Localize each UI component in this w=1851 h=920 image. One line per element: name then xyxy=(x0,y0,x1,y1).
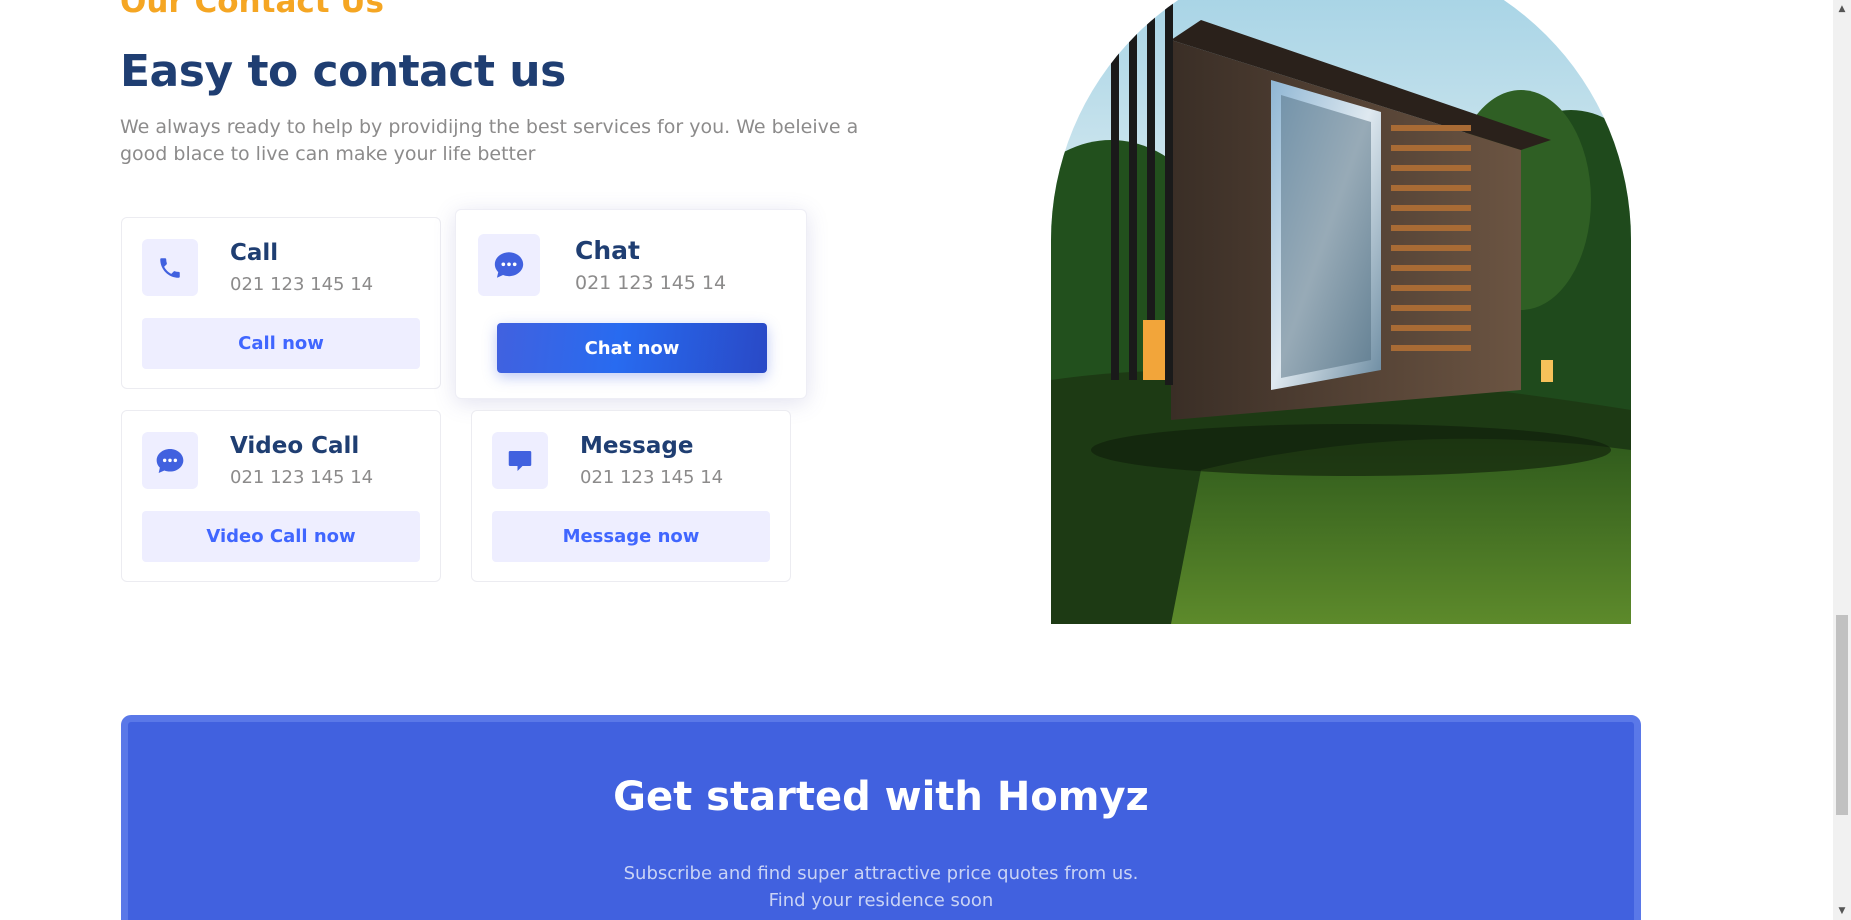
contact-card-message: Message 021 123 145 14 Message now xyxy=(471,410,791,582)
card-number-video-call: 021 123 145 14 xyxy=(230,467,374,488)
video-call-now-button[interactable]: Video Call now xyxy=(142,511,420,562)
scroll-down-arrow-icon[interactable]: ▼ xyxy=(1833,902,1851,920)
card-title-message: Message xyxy=(580,433,694,459)
card-title-video-call: Video Call xyxy=(230,433,360,459)
card-number-call: 021 123 145 14 xyxy=(230,274,374,295)
card-number-message: 021 123 145 14 xyxy=(580,467,724,488)
section-description: We always ready to help by providijng th… xyxy=(120,116,859,165)
section-title: Easy to contact us xyxy=(120,46,566,97)
section-eyebrow: Our Contact Us xyxy=(120,0,384,20)
chat-bubble-dots-icon xyxy=(478,234,540,296)
banner-subtitle: Subscribe and find super attractive pric… xyxy=(128,860,1634,914)
contact-card-chat: Chat 021 123 145 14 Chat now xyxy=(455,209,807,399)
page-scrollbar[interactable]: ▲ ▼ xyxy=(1833,0,1851,920)
get-started-banner: Get started with Homyz Subscribe and fin… xyxy=(121,715,1641,920)
message-now-button[interactable]: Message now xyxy=(492,511,770,562)
contact-card-call: Call 021 123 145 14 Call now xyxy=(121,217,441,389)
scrollbar-thumb[interactable] xyxy=(1836,615,1848,815)
card-title-chat: Chat xyxy=(575,236,640,265)
card-title-call: Call xyxy=(230,240,279,266)
modern-house-image xyxy=(1051,0,1631,624)
chat-now-button[interactable]: Chat now xyxy=(497,323,767,373)
contact-card-video-call: Video Call 021 123 145 14 Video Call now xyxy=(121,410,441,582)
scroll-up-arrow-icon[interactable]: ▲ xyxy=(1833,0,1851,18)
call-now-button[interactable]: Call now xyxy=(142,318,420,369)
phone-icon xyxy=(142,239,198,296)
banner-subtitle-line2: Find your residence soon xyxy=(768,890,994,911)
video-call-chat-icon xyxy=(142,432,198,489)
banner-subtitle-line1: Subscribe and find super attractive pric… xyxy=(623,863,1139,884)
message-bubble-icon xyxy=(492,432,548,489)
card-number-chat: 021 123 145 14 xyxy=(575,272,727,294)
banner-title: Get started with Homyz xyxy=(613,774,1149,820)
